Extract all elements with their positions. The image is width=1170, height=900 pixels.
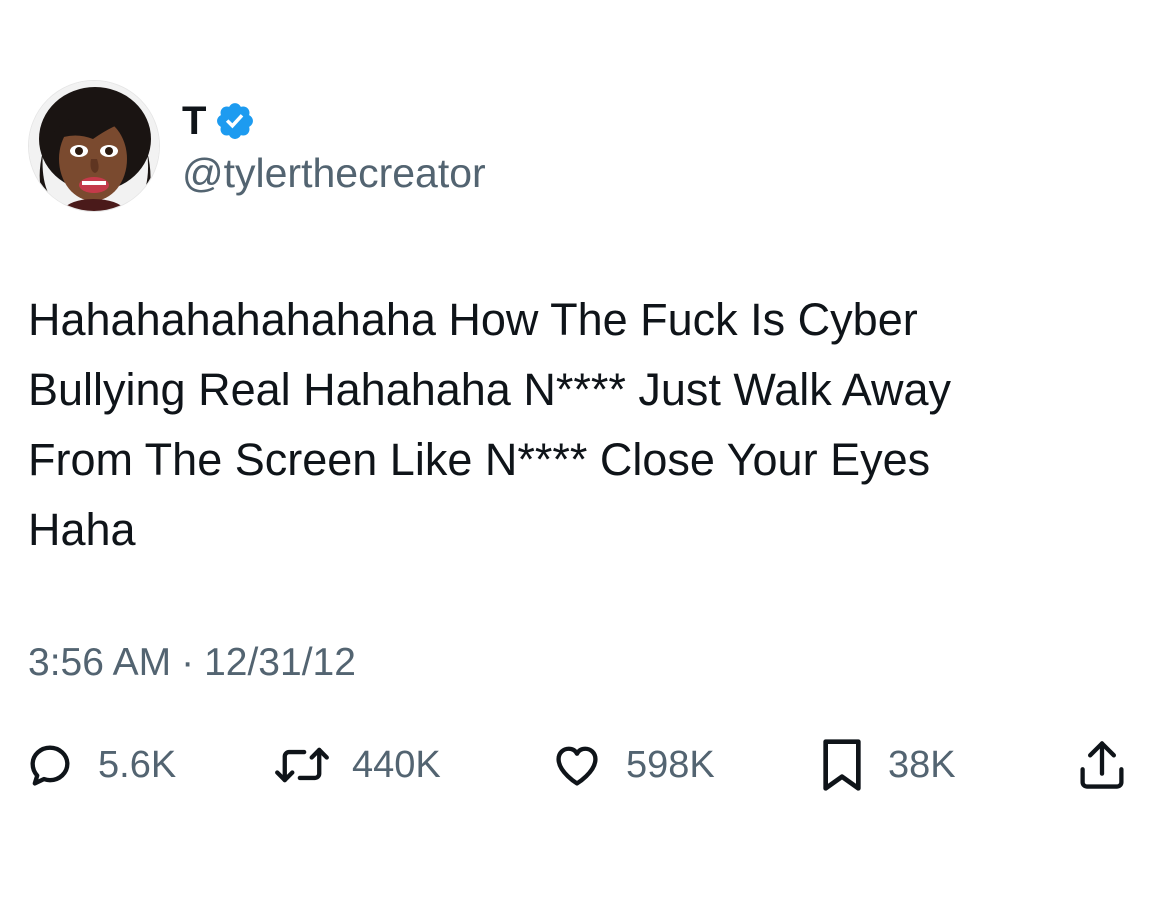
user-handle[interactable]: @tylerthecreator (182, 148, 486, 198)
share-icon (1076, 737, 1128, 793)
name-row: T (182, 96, 256, 146)
reply-button[interactable]: 5.6K (24, 732, 176, 798)
bookmark-icon (818, 737, 866, 793)
tweet-text-line: From The Screen Like N**** Close Your Ey… (28, 434, 931, 485)
tweet-text-line: Bullying Real Hahahaha N**** Just Walk A… (28, 364, 951, 415)
share-button[interactable] (1076, 732, 1128, 798)
tweet-text-line: Hahahahahahahaha How The Fuck Is Cyber (28, 294, 918, 345)
verified-badge-icon (214, 100, 256, 142)
avatar[interactable] (28, 80, 160, 212)
avatar-image (29, 81, 159, 211)
like-button[interactable]: 598K (550, 732, 715, 798)
tweet-text-line: Haha (28, 504, 136, 555)
reply-count: 5.6K (98, 744, 177, 786)
tweet-text: Hahahahahahahaha How The Fuck Is Cyber B… (28, 285, 1138, 565)
retweet-button[interactable]: 440K (274, 732, 441, 798)
heart-icon (550, 739, 604, 791)
bookmark-count: 38K (888, 744, 956, 786)
action-bar: 5.6K 440K 598K 38K (24, 732, 1140, 798)
like-count: 598K (626, 744, 715, 786)
display-name[interactable]: T (182, 97, 206, 145)
retweet-icon (274, 739, 330, 791)
bookmark-button[interactable]: 38K (818, 732, 956, 798)
meta-separator: · (181, 641, 195, 684)
tweet-time: 3:56 AM (28, 641, 172, 684)
reply-icon (24, 739, 76, 791)
tweet-timestamp[interactable]: 3:56 AM · 12/31/12 (28, 638, 356, 688)
tweet-card: T @tylerthecreator Hahahahahahahaha How … (0, 0, 1170, 900)
retweet-count: 440K (352, 744, 441, 786)
tweet-date: 12/31/12 (204, 641, 356, 684)
